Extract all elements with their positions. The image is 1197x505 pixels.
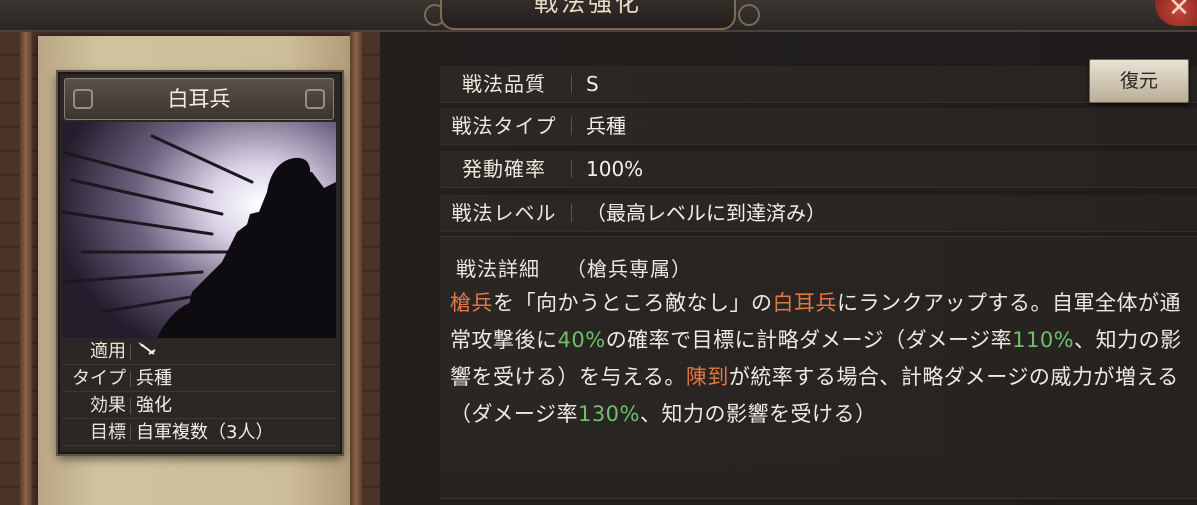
tactic-card[interactable]: 白耳兵 適用 タイプ 兵種 効果 強化 目標 自軍複数（3人） — [58, 72, 342, 454]
stat-key: 戦法レベル — [451, 201, 557, 225]
card-name: 白耳兵 — [167, 87, 231, 111]
divider — [571, 160, 572, 178]
stat-row-quality: 戦法品質 S — [440, 66, 1197, 103]
divider — [571, 75, 572, 93]
stat-key: 発動確率 — [462, 157, 546, 181]
spear-unit-icon — [136, 340, 158, 365]
info-row-effect: 効果 強化 — [62, 394, 336, 419]
restore-button[interactable]: 復元 — [1089, 59, 1189, 103]
knot-ornament-right — [305, 89, 325, 109]
desc-segment: 130% — [577, 402, 640, 426]
desc-segment: の確率で目標に計略ダメージ（ダメージ率 — [605, 328, 1013, 352]
knot-ornament-left — [73, 89, 93, 109]
window-title: 戦法強化 — [440, 0, 736, 30]
cavalry-silhouette-illustration — [62, 122, 336, 338]
detail-heading: 戦法詳細 — [456, 257, 540, 281]
info-value: 強化 — [136, 395, 172, 416]
desc-segment: 陳到 — [685, 365, 729, 389]
info-key: タイプ — [72, 368, 126, 389]
divider — [440, 498, 1197, 499]
card-title-plate: 白耳兵 — [64, 78, 334, 120]
desc-segment: 40% — [557, 328, 606, 352]
divider — [571, 117, 572, 135]
desc-segment: 槍兵 — [450, 291, 493, 315]
divider — [130, 425, 131, 441]
card-info-table: 適用 タイプ 兵種 効果 強化 目標 自軍複数（3人） — [62, 340, 336, 448]
card-artwork — [62, 122, 336, 338]
scroll-rod-left — [20, 32, 32, 505]
desc-segment: 110% — [1012, 328, 1075, 352]
title-ornament-right — [738, 4, 760, 26]
info-row-apply: 適用 — [62, 340, 336, 365]
stat-key: 戦法品質 — [462, 72, 546, 96]
desc-segment: 白耳兵 — [772, 291, 837, 315]
divider — [130, 371, 131, 387]
scroll-rod-right — [350, 32, 362, 505]
stat-row-type: 戦法タイプ 兵種 — [440, 108, 1197, 145]
desc-segment: 、知力の影響を受ける） — [640, 402, 877, 426]
detail-subheading: （槍兵専属） — [566, 257, 692, 281]
info-row-type: タイプ 兵種 — [62, 367, 336, 392]
info-key: 効果 — [90, 395, 126, 416]
stat-value: 兵種 — [586, 114, 626, 138]
desc-segment: を「向かうところ敵なし」の — [493, 291, 773, 315]
info-value: 兵種 — [136, 368, 172, 389]
scroll-fade-overlay — [440, 454, 1197, 498]
detail-header: 戦法詳細 （槍兵専属） — [456, 253, 692, 282]
stat-value: （最高レベルに到達済み） — [586, 201, 826, 225]
info-key: 目標 — [90, 422, 126, 443]
divider — [571, 204, 572, 222]
stat-row-trigger-rate: 発動確率 100% — [440, 151, 1197, 188]
detail-description: 槍兵を「向かうところ敵なし」の白耳兵にランクアップする。自軍全体が通常攻撃後に4… — [450, 285, 1190, 433]
divider — [130, 344, 131, 360]
stat-value: 100% — [586, 157, 644, 181]
stat-key: 戦法タイプ — [451, 114, 557, 138]
info-key: 適用 — [90, 341, 126, 362]
divider — [130, 398, 131, 414]
stat-value: S — [586, 72, 599, 96]
stat-row-level: 戦法レベル （最高レベルに到達済み） — [440, 195, 1197, 232]
info-value: 自軍複数（3人） — [136, 422, 274, 443]
info-row-target: 目標 自軍複数（3人） — [62, 421, 336, 446]
